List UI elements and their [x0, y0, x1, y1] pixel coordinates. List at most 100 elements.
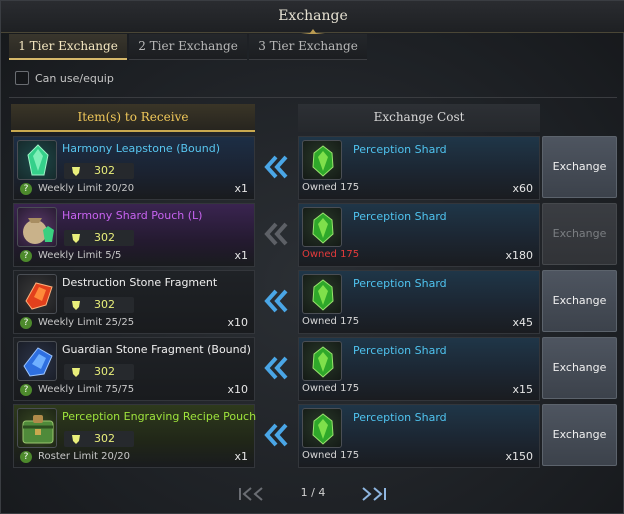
receive-item-card[interactable]: Perception Engraving Recipe Pouch 302 ? …: [13, 404, 257, 468]
perception-shard-icon: [302, 274, 342, 314]
price-value: 302: [94, 298, 115, 311]
leapstone-icon: [17, 140, 57, 180]
limit-text: Roster Limit 20/20: [38, 451, 130, 462]
cost-name: Perception Shard: [353, 411, 447, 424]
price-currency-icon: [72, 234, 80, 243]
tier-tabs: 1 Tier Exchange 2 Tier Exchange 3 Tier E…: [9, 34, 369, 60]
exchange-button[interactable]: Exchange: [542, 136, 617, 198]
double-left-arrow-icon: [264, 289, 288, 313]
cost-name: Perception Shard: [353, 210, 447, 223]
receive-item-card[interactable]: Harmony Leapstone (Bound) 302 ? Weekly L…: [13, 136, 255, 200]
perception-shard-icon: [302, 140, 342, 180]
help-icon[interactable]: ?: [20, 451, 32, 463]
cost-quantity: x45: [512, 316, 533, 329]
cost-item-card[interactable]: Perception Shard Owned 175 x60: [298, 136, 540, 200]
title-bar: Exchange: [1, 1, 624, 37]
limit-text: Weekly Limit 5/5: [38, 250, 122, 261]
cost-item-card[interactable]: Perception Shard Owned 175 x180: [298, 203, 540, 267]
price-box: 302: [64, 297, 134, 313]
window-title: Exchange: [278, 8, 348, 24]
price-box: 302: [64, 431, 134, 447]
exchange-button[interactable]: Exchange: [542, 337, 617, 399]
price-currency-icon: [72, 167, 80, 176]
price-box: 302: [64, 163, 134, 179]
receive-column-header: Item(s) to Receive: [11, 104, 255, 132]
price-currency-icon: [72, 368, 80, 377]
double-left-arrow-icon: [264, 356, 288, 380]
limit-text: Weekly Limit 20/20: [38, 183, 135, 194]
divider: [9, 97, 617, 98]
exchange-row: Harmony Leapstone (Bound) 302 ? Weekly L…: [1, 136, 624, 200]
receive-item-card[interactable]: Guardian Stone Fragment (Bound) 302 ? We…: [13, 337, 255, 401]
recipe-pouch-icon: [17, 408, 57, 448]
price-currency-icon: [72, 301, 80, 310]
help-icon[interactable]: ?: [20, 384, 32, 396]
price-value: 302: [94, 231, 115, 244]
tab-tier-3[interactable]: 3 Tier Exchange: [249, 34, 367, 60]
cost-quantity: x150: [505, 450, 533, 463]
item-name: Harmony Leapstone (Bound): [62, 142, 220, 155]
double-left-arrow-icon: [264, 423, 288, 447]
owned-count: Owned 175: [302, 249, 360, 260]
receive-quantity: x10: [227, 316, 248, 329]
help-icon[interactable]: ?: [20, 317, 32, 329]
item-name: Perception Engraving Recipe Pouch: [62, 410, 257, 423]
receive-item-card[interactable]: Harmony Shard Pouch (L) 302 ? Weekly Lim…: [13, 203, 255, 267]
cost-item-card[interactable]: Perception Shard Owned 175 x150: [298, 404, 540, 468]
receive-quantity: x10: [227, 383, 248, 396]
cost-quantity: x180: [505, 249, 533, 262]
cost-name: Perception Shard: [353, 344, 447, 357]
first-page-icon[interactable]: [238, 487, 266, 501]
limit-text: Weekly Limit 75/75: [38, 384, 135, 395]
cost-item-card[interactable]: Perception Shard Owned 175 x45: [298, 270, 540, 334]
page-indicator: 1 / 4: [300, 486, 326, 499]
item-name: Destruction Stone Fragment: [62, 276, 218, 289]
tab-tier-2[interactable]: 2 Tier Exchange: [129, 34, 247, 60]
tab-tier-1[interactable]: 1 Tier Exchange: [9, 34, 127, 60]
receive-item-card[interactable]: Destruction Stone Fragment 302 ? Weekly …: [13, 270, 255, 334]
item-name: Guardian Stone Fragment (Bound): [62, 343, 251, 356]
limit-text: Weekly Limit 25/25: [38, 317, 135, 328]
owned-count: Owned 175: [302, 182, 360, 193]
owned-count: Owned 175: [302, 316, 360, 327]
double-left-arrow-icon: [264, 222, 288, 246]
exchange-row: Guardian Stone Fragment (Bound) 302 ? We…: [1, 337, 624, 401]
owned-count: Owned 175: [302, 383, 360, 394]
guardian-stone-icon: [17, 341, 57, 381]
cost-column-header: Exchange Cost: [298, 104, 540, 132]
price-value: 302: [94, 164, 115, 177]
exchange-row: Perception Engraving Recipe Pouch 302 ? …: [1, 404, 624, 468]
exchange-row: Destruction Stone Fragment 302 ? Weekly …: [1, 270, 624, 334]
help-icon[interactable]: ?: [20, 183, 32, 195]
price-value: 302: [94, 432, 115, 445]
cost-quantity: x60: [512, 182, 533, 195]
perception-shard-icon: [302, 207, 342, 247]
cost-quantity: x15: [512, 383, 533, 396]
item-name: Harmony Shard Pouch (L): [62, 209, 203, 222]
receive-quantity: x1: [234, 249, 248, 262]
exchange-button[interactable]: Exchange: [542, 270, 617, 332]
receive-quantity: x1: [234, 182, 248, 195]
receive-quantity: x1: [234, 450, 248, 463]
exchange-row: Harmony Shard Pouch (L) 302 ? Weekly Lim…: [1, 203, 624, 267]
cost-name: Perception Shard: [353, 277, 447, 290]
price-box: 302: [64, 364, 134, 380]
pagination: 1 / 4: [1, 485, 624, 505]
price-box: 302: [64, 230, 134, 246]
destruction-stone-icon: [17, 274, 57, 314]
perception-shard-icon: [302, 341, 342, 381]
owned-count: Owned 175: [302, 450, 360, 461]
last-page-icon[interactable]: [359, 487, 387, 501]
exchange-button[interactable]: Exchange: [542, 404, 617, 466]
shard-pouch-icon: [17, 207, 57, 247]
price-value: 302: [94, 365, 115, 378]
can-use-filter[interactable]: Can use/equip: [15, 71, 114, 85]
help-icon[interactable]: ?: [20, 250, 32, 262]
exchange-button[interactable]: Exchange: [542, 203, 617, 265]
price-currency-icon: [72, 435, 80, 444]
can-use-label: Can use/equip: [35, 71, 114, 85]
exchange-window: Exchange 1 Tier Exchange 2 Tier Exchange…: [0, 0, 624, 514]
can-use-checkbox[interactable]: [15, 71, 29, 85]
cost-name: Perception Shard: [353, 143, 447, 156]
cost-item-card[interactable]: Perception Shard Owned 175 x15: [298, 337, 540, 401]
